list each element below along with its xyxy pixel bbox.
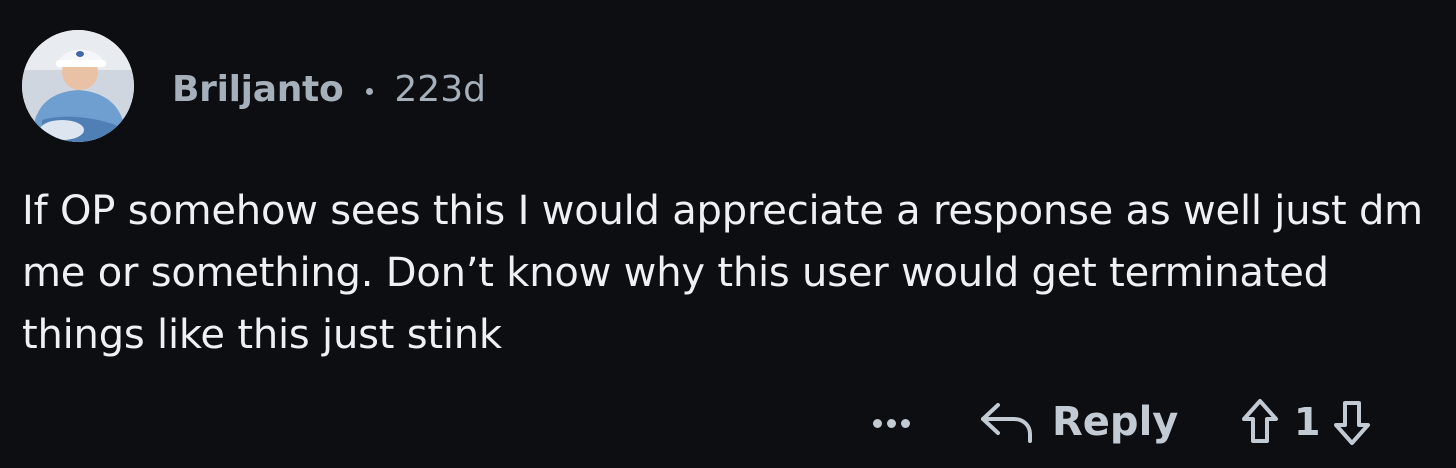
ellipsis-icon-dot (886, 418, 896, 428)
separator-dot (366, 87, 374, 95)
author-username[interactable]: Briljanto (172, 69, 344, 110)
vote-count: 1 (1294, 400, 1321, 444)
comment-age: 223d (394, 68, 486, 110)
comment-meta: Briljanto 223d (172, 64, 486, 114)
reply-label: Reply (1052, 399, 1179, 445)
ellipsis-icon (872, 418, 882, 428)
reply-arrow-icon (981, 403, 1032, 443)
vote-control: 1 (1240, 392, 1372, 452)
downvote-arrow-icon (1334, 401, 1371, 445)
comment-body: If OP somehow sees this I would apprecia… (22, 188, 1423, 358)
upvote-arrow-icon (1242, 399, 1278, 443)
downvote-button[interactable] (1332, 397, 1372, 447)
avatar[interactable] (22, 30, 134, 142)
comment-actions: Reply 1 (860, 392, 1440, 452)
reply-button[interactable]: Reply (978, 392, 1178, 452)
upvote-button[interactable] (1240, 397, 1280, 447)
comment-card: Briljanto 223d If OP somehow sees this I… (0, 0, 1456, 468)
more-options-button[interactable] (866, 408, 916, 438)
ellipsis-icon-dot-2 (900, 418, 910, 428)
